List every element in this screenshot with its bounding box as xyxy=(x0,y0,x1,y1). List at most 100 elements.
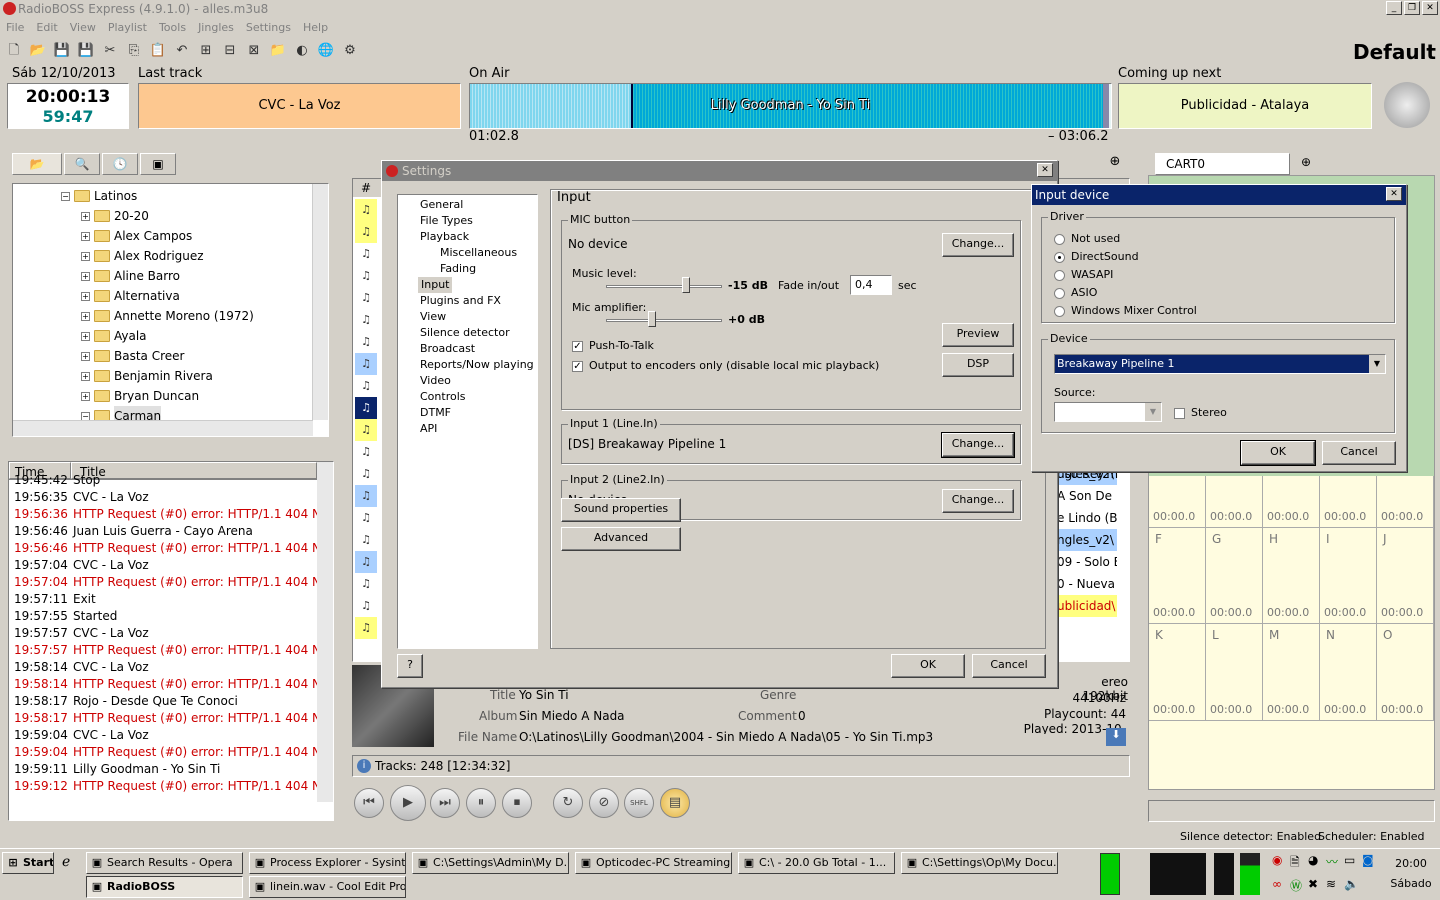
stereo-checkbox[interactable]: Stereo xyxy=(1174,406,1227,419)
history-tab-icon[interactable]: 🕓 xyxy=(102,153,138,175)
play-button[interactable]: ▶ xyxy=(390,785,426,821)
fade-input[interactable]: 0,4 xyxy=(850,275,892,295)
log-row[interactable]: 19:59:04 HTTP Request (#0) error: HTTP/1.… xyxy=(9,744,333,761)
log-row[interactable]: 19:57:57 HTTP Request (#0) error: HTTP/1.… xyxy=(9,642,333,659)
input-ok-button[interactable]: OK xyxy=(1240,440,1316,466)
cart-slot[interactable]: 00:00.0 xyxy=(1263,476,1320,528)
track-icon[interactable]: ♫ xyxy=(355,507,377,529)
save-icon[interactable]: 💾 xyxy=(52,41,72,61)
taskbar-task[interactable]: ▣ C:\Settings\Op\My Docu... xyxy=(901,852,1058,874)
track-icon[interactable]: ♫ xyxy=(355,375,377,397)
expand-icon[interactable]: + xyxy=(81,231,90,241)
settings-nav-item[interactable]: Controls xyxy=(398,389,537,405)
cart-slot[interactable]: I 00:00.0 xyxy=(1320,527,1377,625)
track-icon[interactable]: ♫ xyxy=(355,265,377,287)
log-row[interactable]: 19:59:12 HTTP Request (#0) error: HTTP/1.… xyxy=(9,778,333,795)
expand-icon[interactable]: + xyxy=(81,391,90,401)
device-dropdown-icon[interactable]: ▼ xyxy=(1369,355,1385,373)
taskbar-task[interactable]: ▣ linein.wav - Cool Edit Pro xyxy=(249,876,406,898)
cart-slot[interactable]: 00:00.0 xyxy=(1149,476,1206,528)
taskbar-task[interactable]: ▣ Process Explorer - Sysint... xyxy=(249,852,406,874)
start-button[interactable]: ⊞ Start xyxy=(2,852,54,874)
settings-nav-item[interactable]: Miscellaneous xyxy=(398,245,537,261)
close-button[interactable]: ✕ xyxy=(1422,1,1438,15)
track-icon[interactable]: ♫ xyxy=(355,221,377,243)
tree-item[interactable]: +20-20 xyxy=(13,206,328,226)
add-track-icon[interactable]: ⊞ xyxy=(196,41,216,61)
device-select[interactable]: Breakaway Pipeline 1 ▼ xyxy=(1054,354,1386,374)
search-tab-icon[interactable]: 🔍 xyxy=(64,153,100,175)
playlist-row-snip[interactable]: ngles_v2\ xyxy=(1057,529,1117,551)
settings-nav-item[interactable]: API xyxy=(398,421,537,437)
menu-file[interactable]: File xyxy=(0,19,30,37)
tray-icons[interactable]: ◉ 🗎 ◕ 〰 ▭ ◙ ∞ Ⓦ ✖ ≋ 🔈 xyxy=(1272,853,1384,895)
mic-icon[interactable] xyxy=(1384,82,1430,128)
waveform[interactable]: Lilly Goodman - Yo Sin Ti xyxy=(469,83,1112,129)
expand-icon[interactable]: + xyxy=(81,211,90,221)
track-icon[interactable]: ♫ xyxy=(355,199,377,221)
mix-icon[interactable]: ◐ xyxy=(292,41,312,61)
cart-slot[interactable]: F 00:00.0 xyxy=(1149,527,1206,625)
log-row[interactable]: 19:58:14 HTTP Request (#0) error: HTTP/1.… xyxy=(9,676,333,693)
input-cancel-button[interactable]: Cancel xyxy=(1322,441,1396,465)
track-icon[interactable]: ♫ xyxy=(355,309,377,331)
input2-change-button[interactable]: Change... xyxy=(942,489,1014,513)
menu-view[interactable]: View xyxy=(64,19,102,37)
globe-icon[interactable]: 🌐 xyxy=(316,41,336,61)
preview-button[interactable]: Preview xyxy=(942,323,1014,347)
track-icon[interactable]: ♫ xyxy=(355,243,377,265)
cart-slot[interactable]: 00:00.0 xyxy=(1206,476,1263,528)
tree-item[interactable]: + Alternativa xyxy=(13,286,328,306)
cart-slot[interactable]: L 00:00.0 xyxy=(1206,624,1263,721)
disk-tab-icon[interactable]: ▣ xyxy=(140,153,176,175)
cart-slot[interactable]: J 00:00.0 xyxy=(1377,527,1434,625)
advanced-button[interactable]: Advanced xyxy=(561,527,681,551)
add-cart-icon[interactable]: ⊕ xyxy=(1296,155,1316,171)
pause-button[interactable]: ⏸ xyxy=(466,788,496,818)
track-icon[interactable]: ♫ xyxy=(355,551,377,573)
tree-item[interactable]: + Alex Rodriguez xyxy=(13,246,328,266)
settings-nav-item[interactable]: File Types xyxy=(398,213,537,229)
log-row[interactable]: 19:58:17 Rojo - Desde Que Te Conoci xyxy=(9,693,333,710)
track-icon[interactable]: ♫ xyxy=(355,397,377,419)
output-only-checkbox[interactable]: ✓ Output to encoders only (disable local … xyxy=(572,359,879,372)
taskbar-task[interactable]: ▣ RadioBOSS xyxy=(86,876,243,898)
driver-radio[interactable]: Windows Mixer Control xyxy=(1054,302,1197,320)
undo-icon[interactable]: ↶ xyxy=(172,41,192,61)
expand-icon[interactable]: + xyxy=(81,311,90,321)
track-icon[interactable]: ♫ xyxy=(355,353,377,375)
log-row[interactable]: 19:59:11 Lilly Goodman - Yo Sin Ti xyxy=(9,761,333,778)
settings-nav-item[interactable]: View xyxy=(398,309,537,325)
repeat-button[interactable]: ↻ xyxy=(553,788,583,818)
playlist-row-snip[interactable]: A Son De xyxy=(1057,485,1117,507)
ie-icon[interactable]: ℯ xyxy=(62,854,80,872)
tree-item[interactable]: + Ayala xyxy=(13,326,328,346)
cut-icon[interactable]: ✂ xyxy=(100,41,120,61)
expand-icon[interactable]: + xyxy=(81,251,90,261)
cart-slot[interactable]: 00:00.0 xyxy=(1377,476,1434,528)
playlist-row-snip[interactable]: 0 - Nueva xyxy=(1057,573,1117,595)
driver-radio[interactable]: DirectSound xyxy=(1054,248,1197,266)
menu-settings[interactable]: Settings xyxy=(240,19,297,37)
driver-radio[interactable]: Not used xyxy=(1054,230,1197,248)
new-icon[interactable]: 🗋 xyxy=(4,41,24,61)
log-row[interactable]: 19:58:14 CVC - La Voz xyxy=(9,659,333,676)
track-icon[interactable]: ♫ xyxy=(355,463,377,485)
help-button[interactable]: ? xyxy=(397,654,423,678)
settings-nav-item[interactable]: General xyxy=(398,197,537,213)
settings-nav-item[interactable]: Reports/Now playing xyxy=(398,357,537,373)
expand-icon[interactable]: + xyxy=(81,331,90,341)
track-icon[interactable]: ♫ xyxy=(355,529,377,551)
cart-slot[interactable]: N 00:00.0 xyxy=(1320,624,1377,721)
log-row[interactable]: 19:57:04 HTTP Request (#0) error: HTTP/1.… xyxy=(9,574,333,591)
settings-ok-button[interactable]: OK xyxy=(891,654,965,678)
add-folder-icon[interactable]: ⊟ xyxy=(220,41,240,61)
maximize-button[interactable]: ❐ xyxy=(1404,1,1420,15)
tree-item[interactable]: + Annette Moreno (1972) xyxy=(13,306,328,326)
log-row[interactable]: 19:56:46 HTTP Request (#0) error: HTTP/1.… xyxy=(9,540,333,557)
expand-icon[interactable]: + xyxy=(81,371,90,381)
block-button[interactable]: ⊘ xyxy=(589,788,619,818)
log-row[interactable]: 19:59:04 CVC - La Voz xyxy=(9,727,333,744)
cart-slot[interactable]: G 00:00.0 xyxy=(1206,527,1263,625)
music-level-slider[interactable] xyxy=(682,277,690,293)
